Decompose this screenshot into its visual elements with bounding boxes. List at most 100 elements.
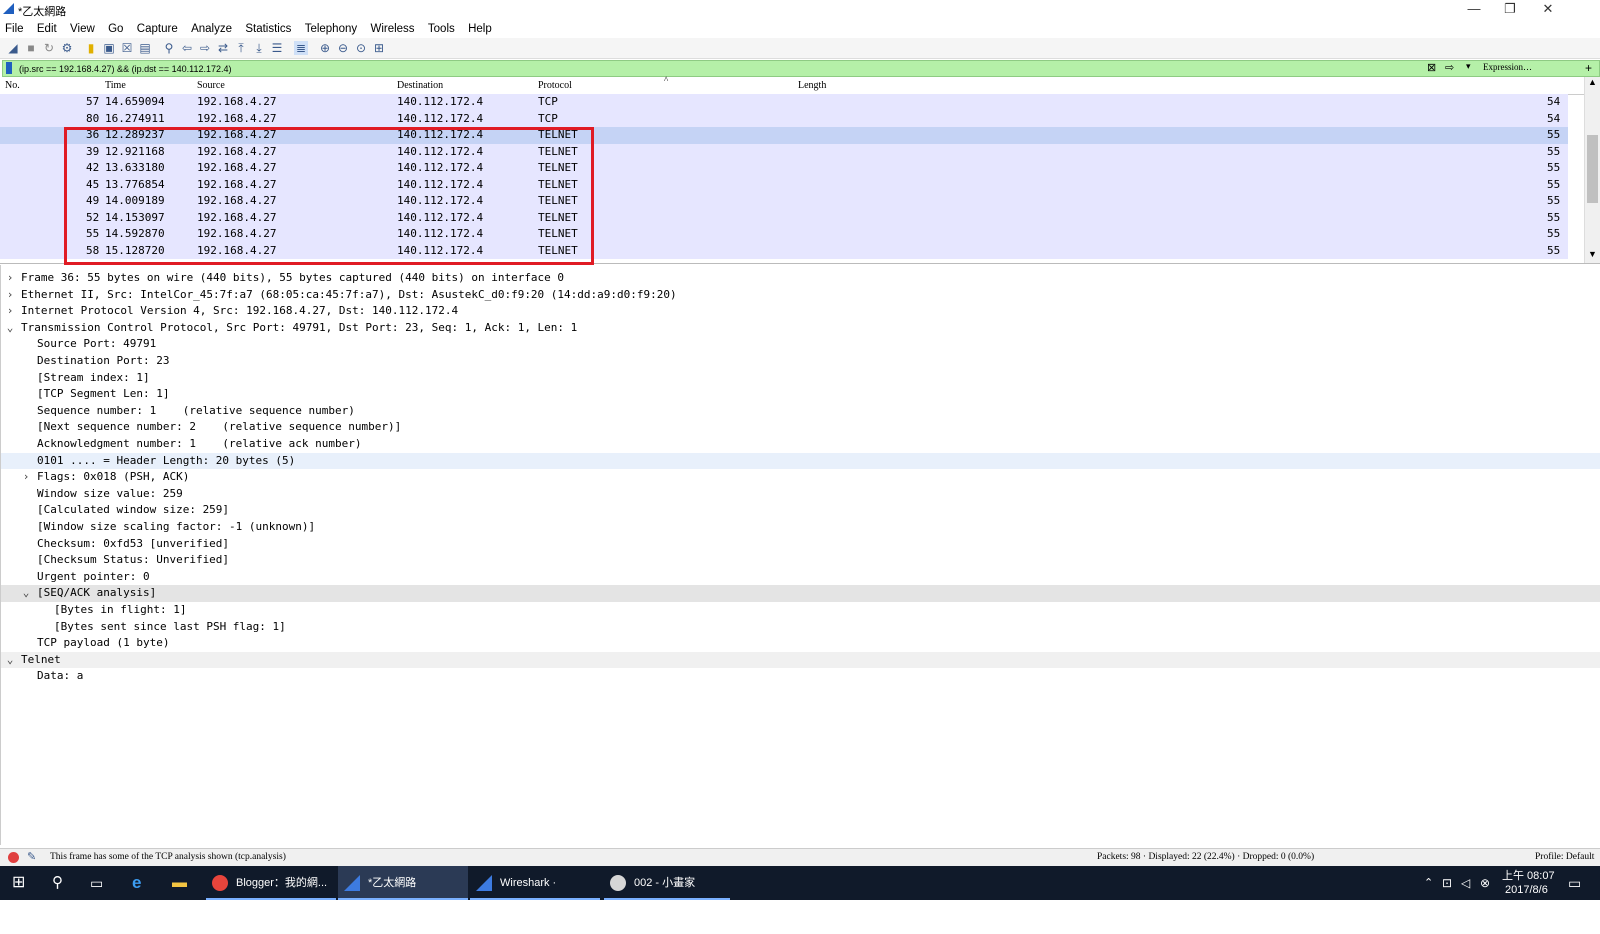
expression-button[interactable]: Expression… bbox=[1483, 62, 1532, 72]
edge-browser-icon[interactable]: e bbox=[132, 866, 141, 900]
first-packet-icon[interactable]: ⤒ bbox=[234, 41, 248, 55]
open-file-icon[interactable]: ▮ bbox=[84, 41, 98, 55]
menu-wireless[interactable]: Wireless bbox=[365, 20, 419, 38]
display-filter-input[interactable] bbox=[19, 61, 1419, 76]
taskbar-app-paint[interactable]: 002 - 小畫家 bbox=[604, 866, 730, 900]
detail-row[interactable]: Acknowledgment number: 1 (relative ack n… bbox=[1, 436, 1600, 453]
detail-row-telnet[interactable]: ⌄ Telnet bbox=[1, 651, 1600, 669]
menu-edit[interactable]: Edit bbox=[32, 20, 62, 38]
taskbar-app-wireshark-packet[interactable]: Wireshark · Packet... bbox=[470, 866, 600, 923]
network-icon[interactable]: ⊡ bbox=[1442, 866, 1452, 900]
column-header-protocol[interactable]: Protocol bbox=[538, 80, 572, 91]
menu-tools[interactable]: Tools bbox=[423, 20, 460, 38]
detail-row-tcp[interactable]: ⌄ Transmission Control Protocol, Src Port… bbox=[1, 320, 1600, 337]
column-header-length[interactable]: Length bbox=[798, 80, 826, 91]
scrollbar-thumb[interactable] bbox=[1587, 135, 1598, 203]
expand-arrow-icon[interactable]: › bbox=[5, 303, 15, 319]
packet-details-pane[interactable]: › Frame 36: 55 bytes on wire (440 bits), … bbox=[0, 265, 1600, 845]
detail-row[interactable]: Data: a bbox=[1, 668, 1600, 685]
show-hidden-icons-icon[interactable]: ⌃ bbox=[1424, 866, 1433, 900]
packet-row[interactable]: 80 16.274911 192.168.4.27 140.112.172.4 … bbox=[0, 110, 1568, 127]
detail-row[interactable]: [Checksum Status: Unverified] bbox=[1, 552, 1600, 569]
detail-row[interactable]: Urgent pointer: 0 bbox=[1, 569, 1600, 586]
detail-row[interactable]: Sequence number: 1 (relative sequence nu… bbox=[1, 403, 1600, 420]
restore-button[interactable]: ❐ bbox=[1492, 0, 1528, 20]
menu-telephony[interactable]: Telephony bbox=[300, 20, 362, 38]
detail-row[interactable]: Checksum: 0xfd53 [unverified] bbox=[1, 536, 1600, 553]
close-button[interactable]: ✕ bbox=[1530, 0, 1566, 20]
add-filter-button[interactable]: + bbox=[1585, 61, 1592, 75]
collapse-arrow-icon[interactable]: ⌄ bbox=[5, 652, 15, 668]
reload-file-icon[interactable]: ▤ bbox=[138, 41, 152, 55]
detail-row[interactable]: [Bytes sent since last PSH flag: 1] bbox=[1, 619, 1600, 636]
detail-row-ethernet[interactable]: › Ethernet II, Src: IntelCor_45:7f:a7 (68… bbox=[1, 287, 1600, 304]
go-back-icon[interactable]: ⇦ bbox=[180, 41, 194, 55]
resize-columns-icon[interactable]: ⊞ bbox=[372, 41, 386, 55]
clear-filter-icon[interactable]: ⊠ bbox=[1427, 61, 1436, 74]
packet-list-scrollbar[interactable]: ▲ ▼ bbox=[1584, 77, 1600, 263]
clock-date[interactable]: 2017/8/6 bbox=[1505, 883, 1548, 897]
go-forward-icon[interactable]: ⇨ bbox=[198, 41, 212, 55]
detail-row-seq-ack-analysis[interactable]: ⌄ [SEQ/ACK analysis] bbox=[1, 585, 1600, 602]
menu-capture[interactable]: Capture bbox=[132, 20, 183, 38]
normal-size-icon[interactable]: ⊙ bbox=[354, 41, 368, 55]
column-header-source[interactable]: Source bbox=[197, 80, 225, 91]
bookmark-icon[interactable] bbox=[6, 62, 12, 74]
minimize-button[interactable]: — bbox=[1456, 0, 1492, 20]
collapse-arrow-icon[interactable]: ⌄ bbox=[5, 320, 15, 336]
expand-arrow-icon[interactable]: › bbox=[5, 287, 15, 303]
expand-arrow-icon[interactable]: › bbox=[5, 270, 15, 286]
detail-row[interactable]: [Window size scaling factor: -1 (unknown… bbox=[1, 519, 1600, 536]
filter-dropdown-icon[interactable]: ▾ bbox=[1466, 61, 1471, 72]
file-explorer-icon[interactable]: ▬ bbox=[172, 866, 187, 900]
go-to-packet-icon[interactable]: ⇄ bbox=[216, 41, 230, 55]
ime-icon[interactable]: ⊗ bbox=[1480, 866, 1490, 900]
menu-view[interactable]: View bbox=[65, 20, 100, 38]
taskbar-app-blogger[interactable]: Blogger：我的網... bbox=[206, 866, 336, 900]
volume-icon[interactable]: ◁ bbox=[1461, 866, 1470, 900]
close-file-icon[interactable]: ☒ bbox=[120, 41, 134, 55]
profile-label[interactable]: Profile: Default bbox=[1535, 852, 1594, 862]
zoom-in-icon[interactable]: ⊕ bbox=[318, 41, 332, 55]
column-header-destination[interactable]: Destination bbox=[397, 80, 443, 91]
packet-row[interactable]: 57 14.659094 192.168.4.27 140.112.172.4 … bbox=[0, 94, 1568, 111]
capture-options-icon[interactable]: ⚙ bbox=[60, 41, 74, 55]
menu-help[interactable]: Help bbox=[463, 20, 497, 38]
zoom-out-icon[interactable]: ⊖ bbox=[336, 41, 350, 55]
windows-start-icon[interactable]: ⊞ bbox=[12, 866, 25, 900]
menu-analyze[interactable]: Analyze bbox=[186, 20, 237, 38]
detail-row[interactable]: Source Port: 49791 bbox=[1, 336, 1600, 353]
detail-row-header-length[interactable]: 0101 .... = Header Length: 20 bytes (5) bbox=[1, 452, 1600, 470]
scroll-up-icon[interactable]: ▲ bbox=[1588, 77, 1597, 87]
stop-capture-icon[interactable]: ■ bbox=[24, 41, 38, 55]
detail-row-frame[interactable]: › Frame 36: 55 bytes on wire (440 bits), … bbox=[1, 270, 1600, 287]
apply-filter-icon[interactable]: ⇨ bbox=[1445, 61, 1454, 74]
detail-row[interactable]: TCP payload (1 byte) bbox=[1, 635, 1600, 652]
last-packet-icon[interactable]: ⤓ bbox=[252, 41, 266, 55]
detail-row-ip[interactable]: › Internet Protocol Version 4, Src: 192.1… bbox=[1, 303, 1600, 320]
detail-row[interactable]: Window size value: 259 bbox=[1, 486, 1600, 503]
task-view-icon[interactable]: ▭ bbox=[90, 866, 103, 900]
scroll-down-icon[interactable]: ▼ bbox=[1588, 249, 1597, 259]
collapse-arrow-icon[interactable]: ⌄ bbox=[21, 585, 31, 601]
menu-statistics[interactable]: Statistics bbox=[240, 20, 296, 38]
save-file-icon[interactable]: ▣ bbox=[102, 41, 116, 55]
notifications-icon[interactable]: ▭ bbox=[1568, 866, 1581, 900]
detail-row[interactable]: [Calculated window size: 259] bbox=[1, 502, 1600, 519]
detail-row[interactable]: [Stream index: 1] bbox=[1, 370, 1600, 387]
expand-arrow-icon[interactable]: › bbox=[21, 469, 31, 485]
start-capture-icon[interactable]: ◢ bbox=[6, 41, 20, 55]
detail-row[interactable]: [Bytes in flight: 1] bbox=[1, 602, 1600, 619]
menu-file[interactable]: File bbox=[0, 20, 29, 38]
taskbar-app-wireshark-active[interactable]: *乙太網路 bbox=[338, 866, 468, 900]
column-header-time[interactable]: Time bbox=[105, 80, 126, 91]
search-icon[interactable]: ⚲ bbox=[52, 866, 63, 900]
clock-time[interactable]: 上午 08:07 bbox=[1502, 869, 1555, 883]
autoscroll-icon[interactable]: ☰ bbox=[270, 41, 284, 55]
find-packet-icon[interactable]: ⚲ bbox=[162, 41, 176, 55]
detail-row[interactable]: Destination Port: 23 bbox=[1, 353, 1600, 370]
expert-info-icon[interactable] bbox=[8, 852, 19, 863]
restart-capture-icon[interactable]: ↻ bbox=[42, 41, 56, 55]
detail-row[interactable]: [Next sequence number: 2 (relative seque… bbox=[1, 419, 1600, 436]
capture-comments-icon[interactable]: ✎ bbox=[27, 850, 36, 863]
